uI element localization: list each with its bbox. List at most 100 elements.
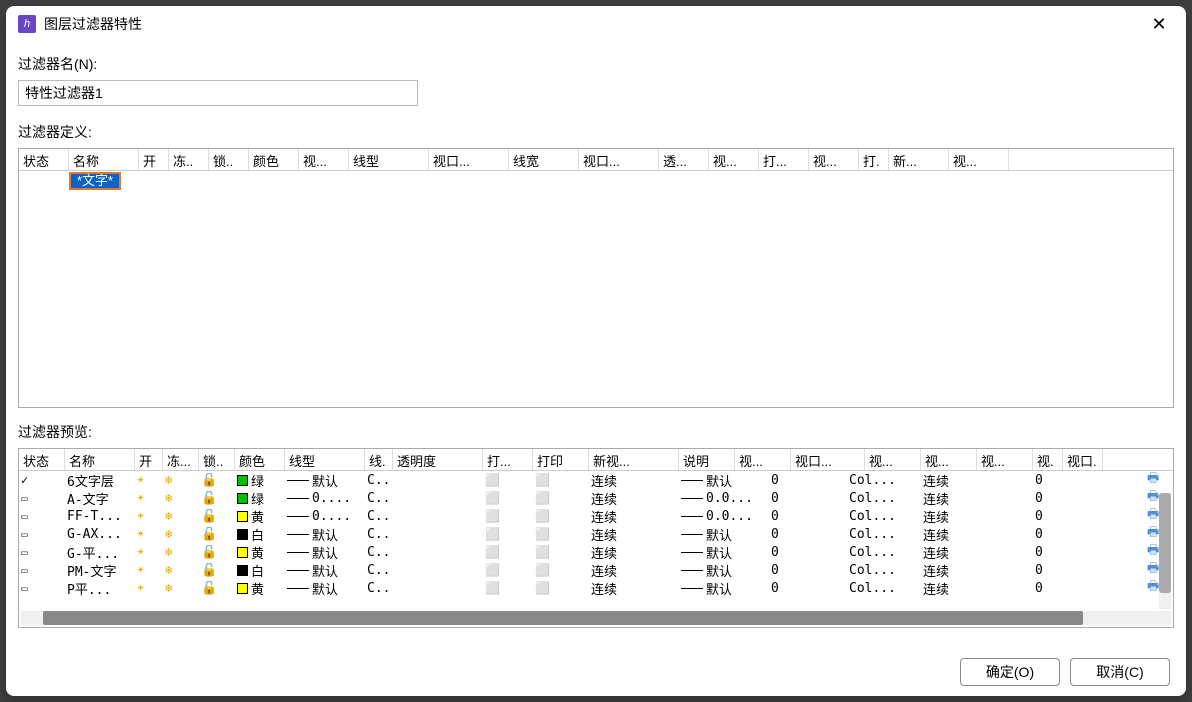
def-col-header[interactable]: 视... — [299, 149, 349, 170]
def-col-header[interactable]: 名称 — [69, 149, 139, 170]
preview-hscrollbar[interactable] — [21, 611, 1171, 625]
prev-col-header[interactable]: 视... — [735, 449, 791, 470]
prev-col-header[interactable]: 透明度 — [393, 449, 483, 470]
print-cell: 连续 — [589, 507, 679, 526]
table-row[interactable]: G-平...☀❄🔓黄 默认C...⬜⬜连续 默认0Col...连续0🖶黄⬜ — [19, 543, 1173, 561]
desc-cell: 0 — [769, 473, 791, 488]
viewport-icon: ⬜ — [485, 491, 500, 505]
line-icon — [681, 516, 703, 517]
viewport-icon: ⬜ — [485, 527, 500, 541]
prev-col-header[interactable]: 视... — [921, 449, 977, 470]
def-col-header[interactable]: 视口... — [579, 149, 659, 170]
line-icon — [287, 498, 309, 499]
lock-icon: 🔓 — [201, 491, 217, 506]
hscroll-thumb[interactable] — [43, 611, 1083, 625]
prev-col-header[interactable]: 视口... — [791, 449, 865, 470]
cancel-button[interactable]: 取消(C) — [1070, 658, 1170, 686]
def-col-header[interactable]: 视口... — [429, 149, 509, 170]
sun-icon: ☀ — [137, 491, 144, 505]
linetype-cell: 默认 — [285, 561, 365, 580]
freeze-cell: ❄ — [163, 491, 199, 505]
lcol-cell: C... — [365, 491, 393, 506]
def-col-header[interactable]: 线型 — [349, 149, 429, 170]
sun-icon: ☀ — [137, 473, 144, 487]
table-row[interactable]: FF-T...☀❄🔓黄 0....C...⬜⬜连续 0.0...0Col...连… — [19, 507, 1173, 525]
linetype-cell: 0.... — [285, 509, 365, 524]
lock-cell: 🔓 — [199, 527, 235, 542]
on-cell: ☀ — [135, 491, 163, 505]
status-cell — [19, 545, 65, 560]
lock-icon: 🔓 — [201, 581, 217, 596]
def-col-header[interactable]: 透... — [659, 149, 709, 170]
close-button[interactable]: ✕ — [1144, 12, 1174, 36]
layer-icon — [21, 491, 28, 506]
prev-col-header[interactable]: 视. — [1033, 449, 1063, 470]
sun-icon: ☀ — [137, 545, 144, 559]
viewport-icon: ⬜ — [485, 473, 500, 487]
dialog-window: h 图层过滤器特性 ✕ 过滤器名(N): 过滤器定义: 状态名称开冻..锁..颜… — [6, 6, 1186, 696]
prev-col-header[interactable]: 开 — [135, 449, 163, 470]
viewport-icon: ⬜ — [535, 473, 550, 487]
table-row[interactable]: A-文字☀❄🔓绿 0....C...⬜⬜连续 0.0...0Col...连续0🖶… — [19, 489, 1173, 507]
dialog-footer: 确定(O) 取消(C) — [6, 648, 1186, 696]
vcol3-cell: 连续 — [921, 579, 977, 598]
line-icon — [681, 498, 703, 499]
prev-col-header[interactable]: 打... — [483, 449, 533, 470]
ok-button[interactable]: 确定(O) — [960, 658, 1060, 686]
snowflake-icon: ❄ — [165, 509, 172, 523]
snowflake-icon: ❄ — [165, 563, 172, 577]
table-row[interactable]: 6文字层☀❄🔓绿 默认C...⬜⬜连续 默认0Col...连续0🖶绿⬜ — [19, 471, 1173, 489]
prev-col-header[interactable]: 打印 — [533, 449, 589, 470]
lock-cell: 🔓 — [199, 563, 235, 578]
prev-col-header[interactable]: 线型 — [285, 449, 365, 470]
filter-def-row[interactable]: *文字* — [19, 171, 1173, 191]
prev-col-header[interactable]: 颜色 — [235, 449, 285, 470]
freeze-cell: ❄ — [163, 473, 199, 487]
filter-name-input[interactable] — [18, 80, 418, 106]
filter-name-pattern[interactable]: *文字* — [69, 172, 121, 190]
prev-col-header[interactable]: 视口. — [1063, 449, 1103, 470]
viewport-icon: ⬜ — [485, 581, 500, 595]
def-col-header[interactable]: 新... — [889, 149, 949, 170]
layer-icon — [21, 545, 28, 560]
newvp-cell: 默认 — [679, 471, 769, 490]
prev-col-header[interactable]: 状态 — [19, 449, 65, 470]
color-swatch — [237, 565, 248, 576]
prev-col-header[interactable]: 冻... — [163, 449, 199, 470]
print-cell: 连续 — [589, 579, 679, 598]
def-col-header[interactable]: 开 — [139, 149, 169, 170]
status-cell — [19, 491, 65, 506]
table-row[interactable]: PM-文字☀❄🔓白 默认C...⬜⬜连续 默认0Col...连续0🖶白⬜ — [19, 561, 1173, 579]
def-col-header[interactable]: 打... — [759, 149, 809, 170]
prev-col-header[interactable]: 说明 — [679, 449, 735, 470]
vscroll-thumb[interactable] — [1159, 493, 1171, 593]
def-col-header[interactable]: 颜色 — [249, 149, 299, 170]
vp1-cell: ⬜ — [483, 473, 533, 487]
prev-col-header[interactable]: 锁.. — [199, 449, 235, 470]
color-swatch — [237, 475, 248, 486]
vcol2-cell: Col... — [847, 581, 921, 596]
print-cell: 连续 — [589, 525, 679, 544]
prev-col-header[interactable]: 线. — [365, 449, 393, 470]
def-col-header[interactable]: 打. — [859, 149, 889, 170]
line-icon — [287, 516, 309, 517]
desc-cell: 0 — [769, 545, 791, 560]
prev-col-header[interactable]: 名称 — [65, 449, 135, 470]
def-col-header[interactable]: 锁.. — [209, 149, 249, 170]
def-col-header[interactable]: 视... — [709, 149, 759, 170]
def-col-header[interactable]: 视... — [809, 149, 859, 170]
vp1-cell: ⬜ — [483, 545, 533, 559]
def-col-header[interactable]: 视... — [949, 149, 1009, 170]
table-row[interactable]: P平...☀❄🔓黄 默认C...⬜⬜连续 默认0Col...连续0🖶黄⬜ — [19, 579, 1173, 597]
table-row[interactable]: G-AX...☀❄🔓白 默认C...⬜⬜连续 默认0Col...连续0🖶白⬜ — [19, 525, 1173, 543]
prev-col-header[interactable]: 视... — [865, 449, 921, 470]
prev-col-header[interactable]: 新视... — [589, 449, 679, 470]
prev-col-header[interactable]: 视... — [977, 449, 1033, 470]
def-col-header[interactable]: 状态 — [19, 149, 69, 170]
preview-vscrollbar[interactable] — [1159, 493, 1171, 609]
print-cell: 连续 — [589, 471, 679, 490]
sun-icon: ☀ — [137, 527, 144, 541]
def-col-header[interactable]: 冻.. — [169, 149, 209, 170]
line-icon — [287, 570, 309, 571]
def-col-header[interactable]: 线宽 — [509, 149, 579, 170]
